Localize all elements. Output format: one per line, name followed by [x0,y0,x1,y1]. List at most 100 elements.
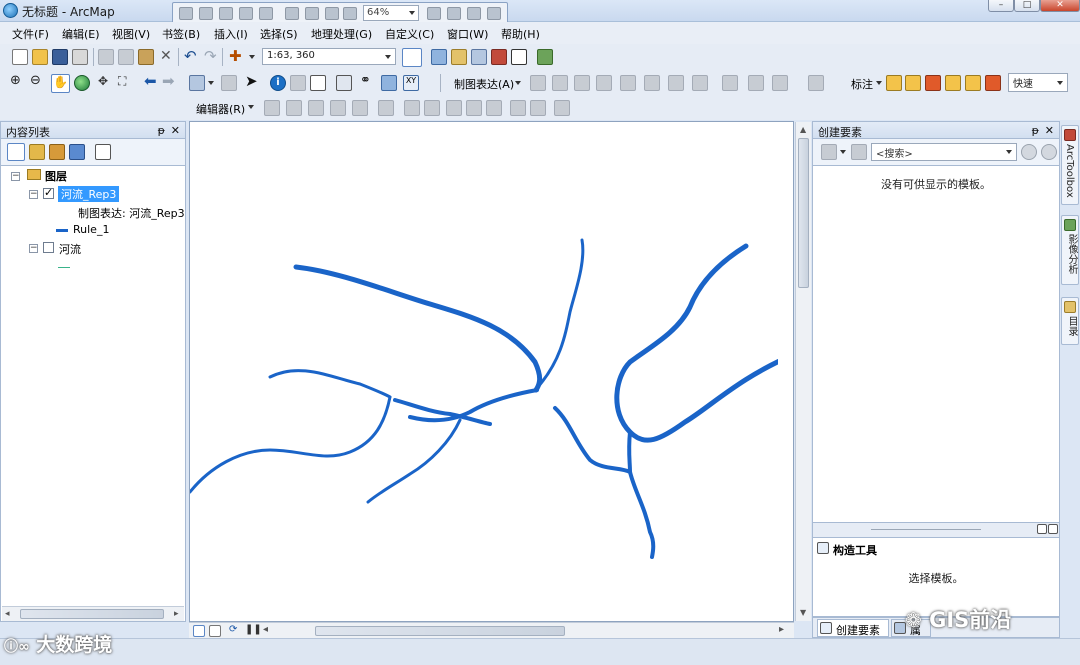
chevron-down-icon[interactable] [876,81,882,85]
pan-hand-icon[interactable]: ✋ [51,74,70,93]
pause-drawing-icon[interactable]: ❚❚ [245,624,262,635]
menu-insert[interactable]: 插入(I) [214,26,248,42]
zoom-percent-select[interactable]: 64% [363,5,419,21]
editor-menu[interactable]: 编辑器(R) [196,101,245,117]
hyperlink-icon[interactable] [290,75,306,91]
lock-labels-icon[interactable] [945,75,961,91]
next-extent-icon[interactable] [343,7,357,20]
arctoolbox-window-icon[interactable] [491,49,507,65]
clear-selection-icon[interactable] [221,75,237,91]
menu-edit[interactable]: 编辑(E) [62,26,100,42]
search-icon[interactable] [1021,144,1037,160]
labeling-speed-select[interactable]: 快速 [1008,73,1068,92]
image-analysis-tab[interactable]: 影像分析 [1061,215,1079,285]
focus-data-frame-icon[interactable] [447,7,461,20]
close-button[interactable]: ✕ [1040,0,1080,12]
fixed-zoom-in-icon[interactable] [285,7,299,20]
zoom-out-fixed-icon[interactable] [199,7,213,20]
toc-horizontal-scrollbar[interactable]: ◂ ▸ [2,606,184,621]
list-by-visibility-icon[interactable] [49,144,65,160]
collapse-icon[interactable]: − [11,172,20,181]
data-frame-label[interactable]: 图层 [45,168,67,184]
direct-select-icon[interactable] [552,75,568,91]
point-icon[interactable] [378,100,394,116]
collapse-icon[interactable]: − [29,190,38,199]
layer-name[interactable]: 河流 [59,241,81,257]
data-view-icon[interactable] [193,625,205,637]
select-elements-arrow-icon[interactable]: ➤ [245,72,258,90]
view-unplaced-labels-icon[interactable] [985,75,1001,91]
reshape-icon[interactable] [424,100,440,116]
menu-selection[interactable]: 选择(S) [260,26,298,42]
previous-extent-icon[interactable] [325,7,339,20]
table-of-contents-window-icon[interactable] [431,49,447,65]
search-window-icon[interactable] [471,49,487,65]
map-scale-select[interactable]: 1:63, 360 [262,48,396,65]
menu-customize[interactable]: 自定义(C) [385,26,434,42]
trace-icon[interactable] [352,100,368,116]
pan-icon[interactable] [219,7,233,20]
catalog-window-icon[interactable] [451,49,467,65]
open-folder-icon[interactable] [32,49,48,65]
resize-tool-icon[interactable] [748,75,764,91]
fixed-zoom-out-icon[interactable] [305,7,319,20]
layer-visibility-checkbox[interactable] [43,242,54,253]
tab-create-features[interactable]: 创建要素 [817,619,889,637]
zoom-in-icon[interactable]: ⊕ [10,73,21,88]
sketch-properties-icon[interactable] [530,100,546,116]
go-to-xy-icon[interactable]: XY [403,75,419,91]
cut-polygons-icon[interactable] [446,100,462,116]
layer-name-selected[interactable]: 河流_Rep3 [58,186,120,202]
arctoolbox-tab[interactable]: ArcToolbox [1061,125,1079,205]
chevron-down-icon[interactable] [248,105,254,109]
toggle-draft-icon[interactable] [427,7,441,20]
refresh-view-icon[interactable]: ⟳ [229,624,237,635]
editor-toolbar-icon[interactable] [402,48,422,67]
clear-search-icon[interactable] [1041,144,1057,160]
scrollbar-thumb[interactable] [798,138,809,288]
html-popup-icon[interactable] [310,75,326,91]
zoom-in-fixed-icon[interactable] [179,7,193,20]
model-builder-icon[interactable] [537,49,553,65]
pause-labeling-icon[interactable] [965,75,981,91]
split-icon[interactable] [466,100,482,116]
representation-properties-icon[interactable] [808,75,824,91]
chevron-down-icon[interactable] [249,55,255,59]
map-horizontal-scrollbar[interactable]: ⟳ ❚❚ ◂ ▸ [189,622,794,638]
create-features-icon[interactable] [554,100,570,116]
fixed-zoom-out-icon[interactable]: ⛶ [118,74,126,89]
python-window-icon[interactable] [511,49,527,65]
data-driven-pages-icon[interactable] [487,7,501,20]
catalog-tab[interactable]: 目录 [1061,297,1079,345]
pin-icon[interactable]: ᵽ [158,124,165,137]
list-by-selection-icon[interactable] [69,144,85,160]
move-tool-icon[interactable] [772,75,788,91]
menu-file[interactable]: 文件(F) [12,26,49,42]
back-extent-icon[interactable]: ⬅ [144,72,157,90]
fixed-zoom-in-icon[interactable]: ✥ [98,74,108,88]
collapse-panel-icon[interactable] [1037,524,1047,534]
edit-annotation-icon[interactable] [286,100,302,116]
menu-windows[interactable]: 窗口(W) [447,26,488,42]
map-vertical-scrollbar[interactable]: ▲ ▼ [795,122,811,621]
filter-icon[interactable] [821,144,837,160]
minimize-button[interactable]: – [988,0,1014,12]
label-manager-icon[interactable] [886,75,902,91]
maximize-button[interactable]: □ [1014,0,1040,12]
scrollbar-thumb[interactable] [20,609,164,619]
chevron-down-icon[interactable] [840,150,846,154]
close-icon[interactable]: ✕ [171,124,180,137]
endpoint-arc-icon[interactable] [330,100,346,116]
chevron-down-icon[interactable] [515,81,521,85]
zoom-out-icon[interactable]: ⊖ [30,73,41,88]
cut-icon[interactable] [98,49,114,65]
mask-tool-icon[interactable] [668,75,684,91]
labeling-menu[interactable]: 标注 [851,76,873,92]
marker-tool-icon[interactable] [620,75,636,91]
select-features-icon[interactable] [189,75,205,91]
smooth-tool-icon[interactable] [692,75,708,91]
river-map[interactable] [190,122,778,621]
new-document-icon[interactable] [12,49,28,65]
pin-icon[interactable]: ᵽ [1032,124,1039,137]
rotate-icon[interactable] [486,100,502,116]
